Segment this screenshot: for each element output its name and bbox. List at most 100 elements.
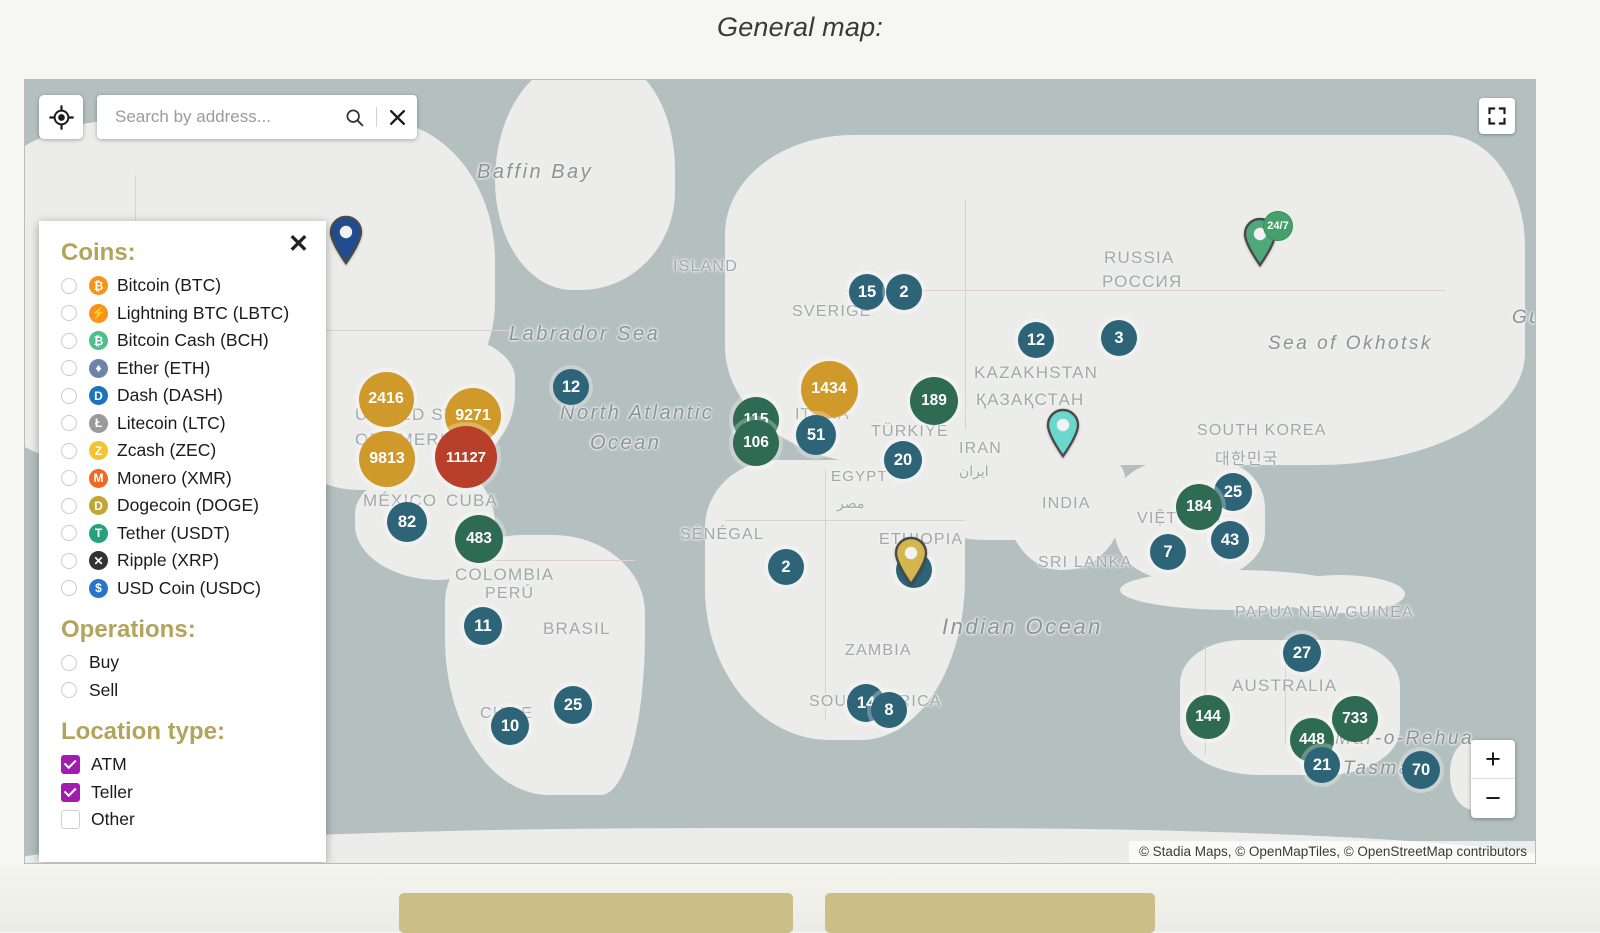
landmass-eurasia [725,135,1525,465]
map-cluster-marker[interactable]: 15 [849,274,885,310]
search-icon[interactable] [344,107,365,128]
coin-filter-row[interactable]: ₿Bitcoin (BTC) [61,272,308,300]
coin-radio[interactable] [61,443,77,459]
map-cluster-marker[interactable]: 21 [1304,747,1340,783]
coin-radio[interactable] [61,388,77,404]
map-cluster-marker[interactable]: 70 [1402,751,1440,789]
map-cluster-marker[interactable]: 106 [733,420,779,466]
crosshair-locate-icon [49,105,74,130]
operation-radio[interactable] [61,682,77,698]
map-cluster-marker[interactable]: 9813 [359,431,415,487]
coin-radio[interactable] [61,470,77,486]
map-cluster-marker[interactable]: 10 [491,707,529,745]
teller-pin[interactable] [892,536,930,586]
coin-icon: ♦ [89,359,108,378]
bottom-action-bar [0,868,1600,932]
map-cluster-marker[interactable]: 12 [553,369,589,405]
zoom-out-button[interactable]: − [1471,779,1515,818]
coin-icon: ✕ [89,551,108,570]
map-cluster-marker[interactable]: 82 [387,502,427,542]
map-cluster-marker[interactable]: 51 [796,415,836,455]
coin-radio[interactable] [61,333,77,349]
coin-radio[interactable] [61,305,77,321]
coin-filter-row[interactable]: Ł Litecoin (LTC) [61,410,308,438]
search-input[interactable] [113,106,344,128]
coin-filter-row[interactable]: TTether (USDT) [61,520,308,548]
landmass-south-america [445,535,645,795]
coin-label: Zcash (ZEC) [117,440,216,461]
location-type-filter-list[interactable]: ATM Teller Other [61,751,308,834]
location-type-label: Teller [91,782,133,803]
map-cluster-marker[interactable]: 184 [1176,484,1222,530]
search-bar[interactable] [97,95,417,139]
coin-filter-row[interactable]: ♦Ether (ETH) [61,355,308,383]
operation-radio[interactable] [61,655,77,671]
coin-filter-row[interactable]: $USD Coin (USDC) [61,575,308,603]
location-type-checkbox[interactable] [61,810,80,829]
map-cluster-marker[interactable]: 144 [1186,695,1230,739]
map-cluster-marker[interactable]: 12 [1018,322,1054,358]
fullscreen-expand-icon [1487,106,1507,126]
close-icon[interactable] [388,108,407,127]
coin-filter-row[interactable]: DDash (DASH) [61,382,308,410]
locate-me-button[interactable] [39,95,83,139]
coin-radio[interactable] [61,360,77,376]
coin-icon: D [89,496,108,515]
location-type-filter-row[interactable]: Teller [61,779,308,807]
primary-action-button-left[interactable] [399,893,793,933]
map-cluster-marker[interactable]: 733 [1332,696,1378,742]
location-type-filter-row[interactable]: ATM [61,751,308,779]
coin-filter-row[interactable]: ⚡Lightning BTC (LBTC) [61,300,308,328]
map-cluster-marker[interactable]: 3 [1101,320,1137,356]
fullscreen-button[interactable] [1479,98,1515,134]
coin-filter-row[interactable]: ✕Ripple (XRP) [61,547,308,575]
map-cluster-marker[interactable]: 7 [1150,534,1186,570]
coin-radio[interactable] [61,580,77,596]
coin-label: Bitcoin Cash (BCH) [117,330,269,351]
location-type-checkbox[interactable] [61,783,80,802]
close-panel-button[interactable]: ✕ [288,232,309,257]
coin-radio[interactable] [61,525,77,541]
filter-panel[interactable]: ✕ Coins: ₿Bitcoin (BTC)⚡Lightning BTC (L… [39,221,326,862]
primary-action-button-right[interactable] [825,893,1155,933]
coin-filter-row[interactable]: DDogecoin (DOGE) [61,492,308,520]
map-pin-icon [1044,408,1082,458]
coin-label: Litecoin (LTC) [117,413,226,434]
map-container[interactable]: Baffin BayÍSLANDRUSSIAРОССИЯSVERIGELabra… [24,79,1536,864]
map-cluster-marker[interactable]: 2416 [359,372,414,427]
coin-icon: Ł [89,414,108,433]
map-cluster-marker[interactable]: 2 [886,274,922,310]
coin-radio[interactable] [61,498,77,514]
map-cluster-marker[interactable]: 20 [884,441,922,479]
atm-pin[interactable] [1044,408,1082,458]
coin-radio[interactable] [61,553,77,569]
map-cluster-marker[interactable]: 2 [768,549,804,585]
location-type-checkbox[interactable] [61,755,80,774]
coin-filter-row[interactable]: ZZcash (ZEC) [61,437,308,465]
operation-filter-row[interactable]: Buy [61,649,308,677]
coin-filter-row[interactable]: MMonero (XMR) [61,465,308,493]
zoom-controls[interactable]: + − [1471,740,1515,818]
map-cluster-marker[interactable]: 483 [455,515,503,563]
dash-pin[interactable] [327,215,365,265]
coin-icon: D [89,386,108,405]
map-cluster-marker[interactable]: 8 [871,692,907,728]
map-cluster-marker[interactable]: 1434 [801,361,858,418]
operation-filter-row[interactable]: Sell [61,677,308,705]
coin-icon: ₿ [89,276,108,295]
zoom-in-button[interactable]: + [1471,740,1515,779]
coin-radio[interactable] [61,415,77,431]
coin-radio[interactable] [61,278,77,294]
map-cluster-marker[interactable]: 27 [1283,634,1321,672]
location-type-filter-row[interactable]: Other [61,806,308,834]
map-cluster-marker[interactable]: 43 [1211,521,1249,559]
operations-filter-list[interactable]: BuySell [61,649,308,704]
coin-filter-row[interactable]: ₿Bitcoin Cash (BCH) [61,327,308,355]
map-cluster-marker[interactable]: 11 [464,607,502,645]
map-cluster-marker[interactable]: 25 [554,686,592,724]
map-cluster-marker[interactable]: 189 [910,377,958,425]
coins-filter-list[interactable]: ₿Bitcoin (BTC)⚡Lightning BTC (LBTC)₿Bitc… [61,272,308,602]
map-attribution[interactable]: © Stadia Maps, © OpenMapTiles, © OpenStr… [1129,841,1535,863]
open247-pin[interactable]: 24/7 [1241,217,1279,267]
map-cluster-marker[interactable]: 11127 [435,426,497,488]
